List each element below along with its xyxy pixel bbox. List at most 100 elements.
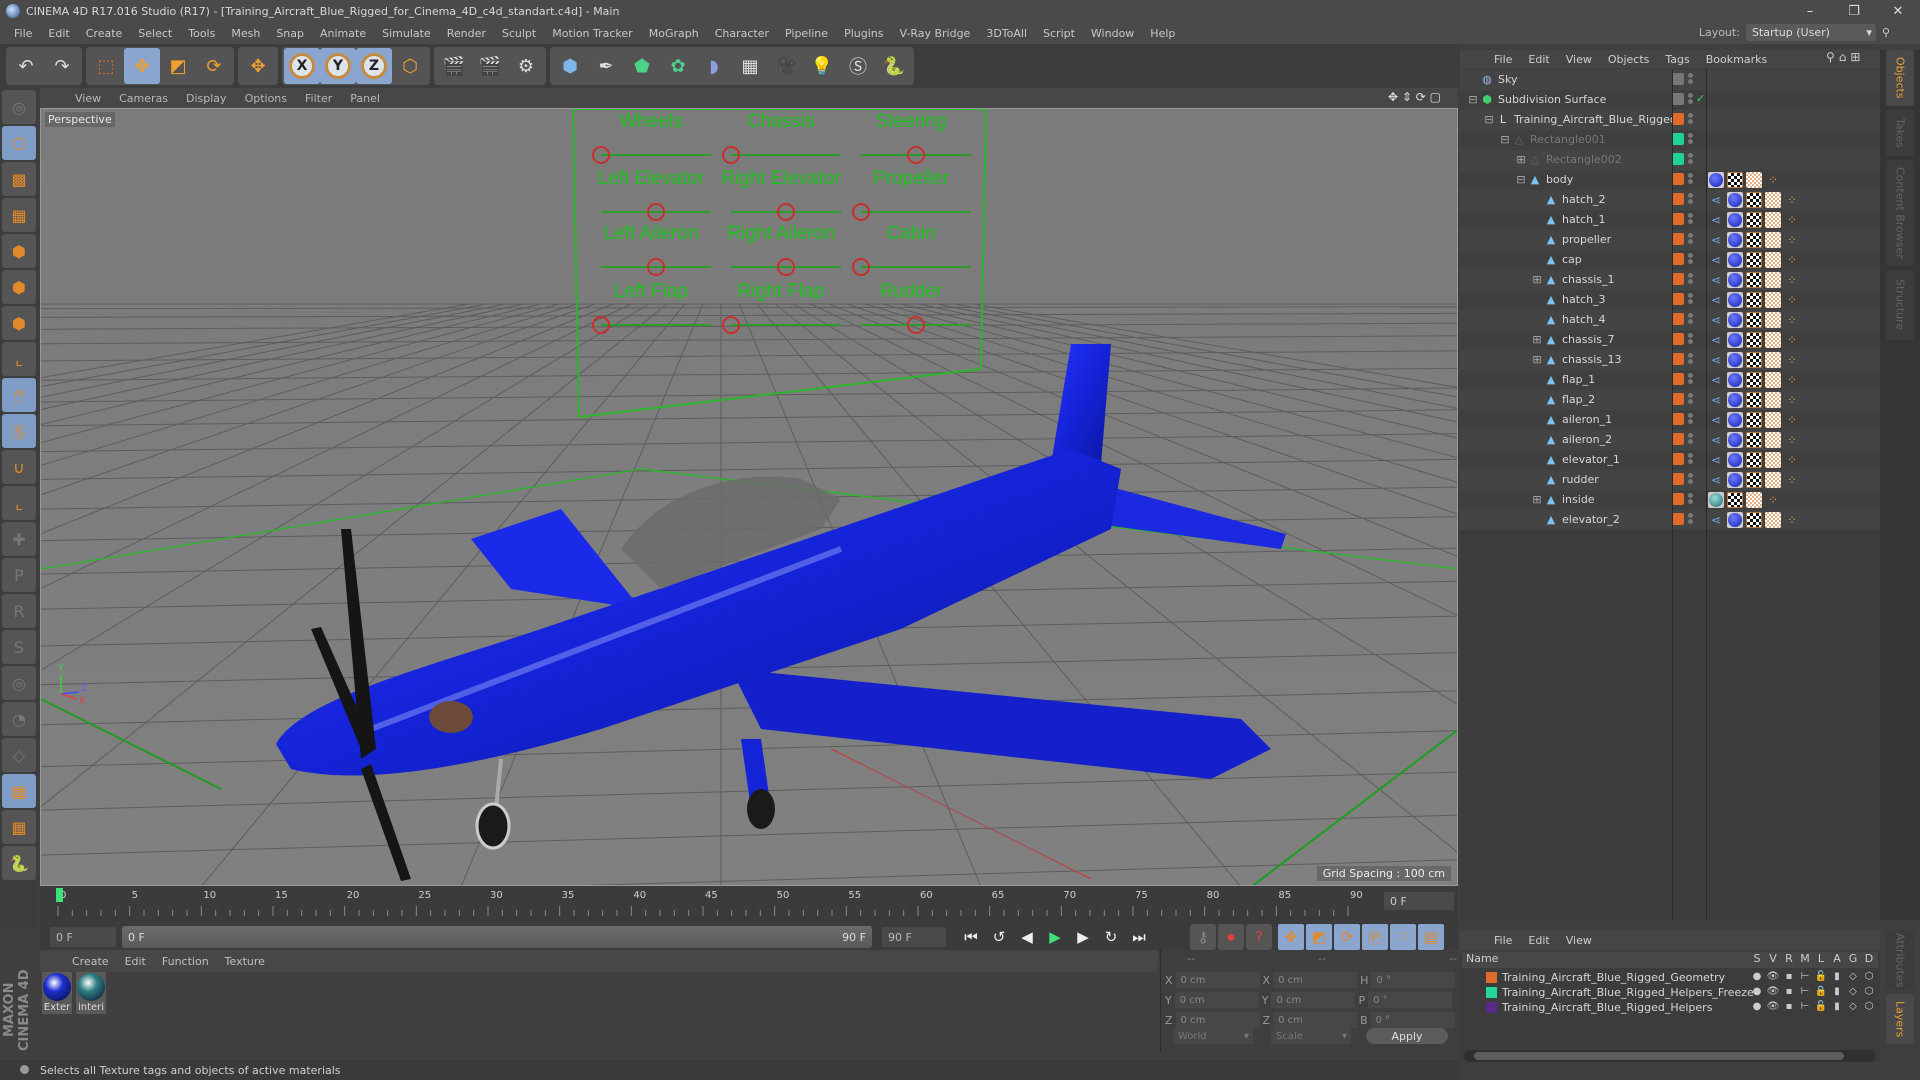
uvw-tag-icon[interactable] [1746, 472, 1762, 488]
viewport-perspective[interactable]: Wheels Chassis Steering Left Elevator Right … [40, 108, 1458, 886]
material-swatch[interactable]: interi [76, 972, 106, 1014]
uvw-tag-icon[interactable] [1746, 192, 1762, 208]
coord-b-field[interactable]: 0 cm [1271, 992, 1356, 1008]
object-row[interactable]: ▲ hatch_4 ⋖ ⁘ [1460, 310, 1880, 330]
timeline-window-button[interactable]: ▤ [1418, 924, 1444, 950]
material-tag-icon[interactable] [1727, 392, 1743, 408]
scale-button[interactable]: ◩ [160, 48, 196, 84]
object-row[interactable]: ◍ Sky [1460, 70, 1880, 90]
layer-deformers-toggle-icon[interactable]: ⬡ [1860, 1001, 1878, 1012]
layer-color-swatch[interactable] [1486, 987, 1497, 998]
key-rotation-button[interactable]: ⟳ [1334, 924, 1360, 950]
lock-workplane-button[interactable]: ▦ [2, 774, 36, 808]
expand-icon[interactable]: ⊞ [1530, 353, 1544, 367]
uvw-tag-icon[interactable] [1746, 372, 1762, 388]
x-axis-button[interactable]: X [284, 48, 320, 84]
collapse-icon[interactable]: ⊟ [1514, 173, 1528, 187]
weight-tag-icon[interactable]: ⁘ [1784, 292, 1800, 308]
coord-b-field[interactable]: 0 cm [1273, 1012, 1358, 1028]
render-picture-viewer-button[interactable]: 🎬 [472, 48, 508, 84]
object-menu-bookmarks[interactable]: Bookmarks [1698, 53, 1775, 66]
deformer-button[interactable]: ◗ [696, 48, 732, 84]
hierarchy-link-icon[interactable]: ⋖ [1708, 192, 1724, 208]
expand-icon[interactable]: ⊞ [1530, 333, 1544, 347]
material-tag-icon[interactable] [1727, 472, 1743, 488]
object-row[interactable]: ⊞ ▲ chassis_1 ⋖ ⁘ [1460, 270, 1880, 290]
live-selection-button[interactable]: ⬚ [88, 48, 124, 84]
horizontal-scrollbar[interactable] [1464, 1050, 1876, 1062]
object-row[interactable]: ▲ aileron_1 ⋖ ⁘ [1460, 410, 1880, 430]
hierarchy-link-icon[interactable]: ⋖ [1708, 352, 1724, 368]
home-icon[interactable]: ⌂ [1839, 50, 1851, 64]
autokey-button[interactable]: ⏺ [1218, 924, 1244, 950]
uvw-tag-icon[interactable] [1746, 432, 1762, 448]
object-row[interactable]: ▲ elevator_1 ⋖ ⁘ [1460, 450, 1880, 470]
weight-tag-icon[interactable]: ⁘ [1765, 492, 1781, 508]
hierarchy-link-icon[interactable]: ⋖ [1708, 432, 1724, 448]
viewport-camera-label[interactable]: Perspective [45, 112, 115, 127]
uvw-tag-icon[interactable] [1746, 212, 1762, 228]
layout-dropdown[interactable]: Startup (User) ▾ [1745, 24, 1876, 41]
material-menu-create[interactable]: Create [64, 955, 117, 968]
visibility-dots[interactable] [1688, 252, 1694, 268]
menu-mograph[interactable]: MoGraph [641, 27, 707, 40]
visibility-dots[interactable] [1688, 432, 1694, 448]
snap-button[interactable]: ∪ [2, 450, 36, 484]
collapse-icon[interactable]: ⊟ [1482, 113, 1496, 127]
weight-tag-icon[interactable]: ⁘ [1765, 172, 1781, 188]
layer-color-swatch[interactable] [1672, 493, 1684, 505]
axis-mode-button[interactable]: ⌞ [2, 342, 36, 376]
layer-deformers-toggle-icon[interactable]: ⬡ [1860, 986, 1878, 997]
layer-menu-view[interactable]: View [1558, 934, 1600, 947]
texture-tag-icon[interactable] [1765, 232, 1781, 248]
texture-tag-icon[interactable] [1765, 352, 1781, 368]
make-editable-button[interactable]: ◎ [2, 90, 36, 124]
align-workplane-button[interactable]: ▦ [2, 810, 36, 844]
record-rotation-button[interactable]: R [2, 594, 36, 628]
menu-character[interactable]: Character [707, 27, 777, 40]
collapse-icon[interactable]: ⊟ [1466, 93, 1480, 107]
visibility-dots[interactable] [1688, 192, 1694, 208]
texture-tag-icon[interactable] [1765, 252, 1781, 268]
next-frame-button[interactable]: ▶ [1070, 924, 1096, 950]
object-menu-objects[interactable]: Objects [1600, 53, 1658, 66]
object-row[interactable]: ▲ aileron_2 ⋖ ⁘ [1460, 430, 1880, 450]
layer-column-name[interactable]: Name [1466, 952, 1526, 965]
object-row[interactable]: ▲ flap_2 ⋖ ⁘ [1460, 390, 1880, 410]
object-row[interactable]: ⊟ ▲ body ⁘ [1460, 170, 1880, 190]
cube-button[interactable]: ⬢ [552, 48, 588, 84]
object-row[interactable]: ▲ propeller ⋖ ⁘ [1460, 230, 1880, 250]
object-row[interactable]: ⊟ ⬢ Subdivision Surface ✓ [1460, 90, 1880, 110]
visibility-dots[interactable] [1688, 512, 1694, 528]
new-window-icon[interactable]: ⊞ [1850, 50, 1864, 64]
weight-tag-icon[interactable]: ⁘ [1784, 192, 1800, 208]
viewport-menu-view[interactable]: View [66, 92, 110, 105]
cloner-button[interactable]: ✿ [660, 48, 696, 84]
layer-color-swatch[interactable] [1672, 113, 1684, 125]
y-axis-button[interactable]: Y [320, 48, 356, 84]
object-row[interactable]: ▲ rudder ⋖ ⁘ [1460, 470, 1880, 490]
material-tag-icon[interactable] [1727, 432, 1743, 448]
material-tag-icon[interactable] [1727, 312, 1743, 328]
weight-tag-icon[interactable]: ⁘ [1784, 452, 1800, 468]
material-tag-icon[interactable] [1727, 352, 1743, 368]
camera-button[interactable]: 🎥 [768, 48, 804, 84]
viewport-menu-options[interactable]: Options [236, 92, 296, 105]
coord-a-field[interactable]: 0 cm [1174, 992, 1259, 1008]
layer-color-swatch[interactable] [1672, 193, 1684, 205]
current-frame-field[interactable]: 0 F [1384, 892, 1454, 910]
scrollbar-thumb[interactable] [1474, 1052, 1844, 1060]
uvw-tag-icon[interactable] [1746, 392, 1762, 408]
material-tag-icon[interactable] [1708, 492, 1724, 508]
tab-content-browser[interactable]: Content Browser [1886, 160, 1914, 266]
record-point-button[interactable]: ◇ [2, 738, 36, 772]
enabled-check-icon[interactable]: ✓ [1696, 92, 1705, 105]
object-row[interactable]: ▲ hatch_3 ⋖ ⁘ [1460, 290, 1880, 310]
viewport-menu-display[interactable]: Display [177, 92, 236, 105]
menu-create[interactable]: Create [78, 27, 131, 40]
hierarchy-link-icon[interactable]: ⋖ [1708, 232, 1724, 248]
key-pla-button[interactable]: ⁙ [1390, 924, 1416, 950]
layer-deformers-toggle-icon[interactable]: ⬡ [1860, 971, 1878, 982]
object-row[interactable]: ▲ hatch_1 ⋖ ⁘ [1460, 210, 1880, 230]
material-tag-icon[interactable] [1727, 452, 1743, 468]
